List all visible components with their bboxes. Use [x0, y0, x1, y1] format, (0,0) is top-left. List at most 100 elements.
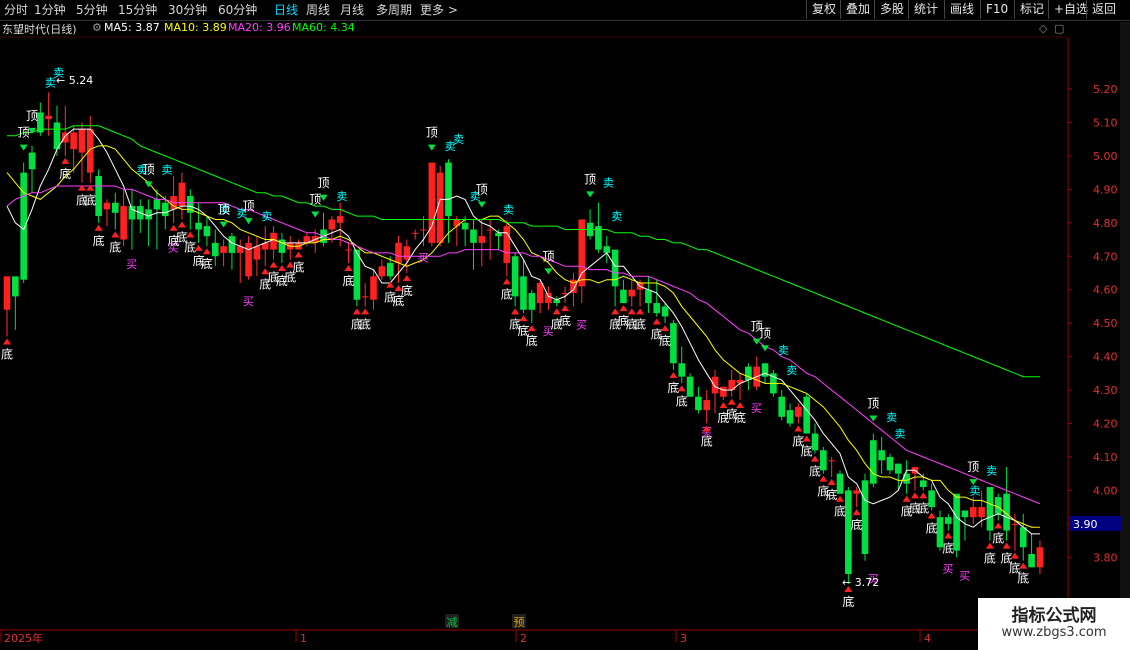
x-tick-label: 3: [680, 632, 687, 645]
candle-body: [395, 242, 402, 263]
candle-body: [378, 266, 386, 277]
stock-name-label: 东望时代(日线): [2, 23, 77, 36]
overlay-button[interactable]: 叠加: [840, 0, 875, 19]
expand-icon[interactable]: ▢: [1054, 22, 1064, 35]
tab-1min[interactable]: 1分钟: [34, 1, 66, 18]
signal-bottom: 底: [676, 393, 688, 408]
candle-body: [645, 289, 652, 304]
signal-bottom: 底: [359, 316, 371, 331]
restore-rights-button[interactable]: 复权: [806, 0, 841, 19]
candle-body: [853, 490, 860, 494]
candle-body: [445, 162, 452, 217]
tab-60min[interactable]: 60分钟: [218, 1, 257, 18]
back-button[interactable]: 返回: [1086, 0, 1121, 19]
settings-icon[interactable]: ⚙: [92, 21, 102, 34]
candle-body: [944, 517, 952, 524]
multi-stock-button[interactable]: 多股: [874, 0, 909, 19]
y-tick-label: 5.20: [1093, 83, 1118, 96]
candle-body: [553, 299, 561, 304]
kline-chart[interactable]: 5.20 5.10 5.00 4.90 4.80 4.70 4.60 4.50 4.40 4.30…: [0, 0, 1130, 650]
tab-5min[interactable]: 5分钟: [76, 1, 108, 18]
period-toolbar: 分时 1分钟 5分钟 15分钟 30分钟 60分钟 日线 周线 月线 多周期 更…: [0, 0, 1130, 21]
tab-30min[interactable]: 30分钟: [168, 1, 207, 18]
signal-sell: 卖: [886, 411, 897, 424]
candle-body: [120, 206, 127, 240]
candle-body: [520, 276, 527, 310]
signal-top: 顶: [318, 176, 330, 190]
candle-body: [503, 226, 511, 263]
candle-body: [895, 463, 902, 474]
signal-bottom: 底: [84, 193, 96, 208]
tab-weekly[interactable]: 周线: [306, 1, 330, 18]
y-tick-label: 4.20: [1093, 418, 1118, 431]
candle-body: [611, 249, 619, 287]
candle-body: [428, 162, 436, 243]
current-price-label: 3.90: [1073, 518, 1098, 531]
f10-button[interactable]: F10: [980, 0, 1013, 19]
side-panel-strip: [1120, 22, 1130, 630]
candle-body: [836, 473, 844, 494]
diamond-icon[interactable]: ◇: [1039, 22, 1047, 35]
draw-line-button[interactable]: 画线: [944, 0, 979, 19]
x-tick-label: 1: [300, 632, 307, 645]
statistics-button[interactable]: 统计: [908, 0, 943, 19]
watermark-url: www.zbgs3.com: [1001, 625, 1107, 640]
y-tick-label: 4.50: [1093, 317, 1118, 330]
candle-body: [403, 246, 411, 260]
candle-body: [661, 306, 669, 317]
candle-body: [453, 219, 461, 227]
signal-bottom: 底: [109, 239, 121, 254]
candle-body: [153, 199, 161, 210]
chart-background: [0, 20, 1130, 650]
signal-bottom: 底: [526, 333, 538, 348]
tab-multi-period[interactable]: 多周期: [376, 1, 412, 18]
signal-bottom: 底: [59, 166, 71, 181]
signal-top: 顶: [26, 109, 38, 123]
signal-sell: 卖: [786, 364, 797, 377]
y-tick-label: 4.60: [1093, 284, 1118, 297]
bottom-marker-label: 减: [447, 616, 458, 629]
x-tick-label: 4: [924, 632, 931, 645]
signal-bottom: 底: [93, 233, 105, 248]
candle-body: [795, 406, 802, 417]
signal-bottom: 底: [634, 316, 646, 331]
signal-top: 顶: [218, 203, 230, 217]
watermark: 指标公式网 www.zbgs3.com: [978, 598, 1130, 650]
signal-buy: 买: [576, 318, 587, 331]
tab-15min[interactable]: 15分钟: [118, 1, 157, 18]
candle-body: [420, 229, 427, 231]
tab-monthly[interactable]: 月线: [340, 1, 364, 18]
tab-fenshi[interactable]: 分时: [4, 1, 28, 18]
signal-top: 顶: [309, 192, 321, 206]
candle-body: [228, 236, 236, 253]
signal-bottom: 底: [401, 283, 413, 298]
watermark-title: 指标公式网: [1011, 606, 1097, 626]
candle-body: [111, 202, 119, 213]
signal-bottom: 底: [701, 434, 713, 449]
signal-bottom: 底: [343, 273, 355, 288]
signal-sell: 卖: [969, 484, 980, 497]
candle-body: [786, 410, 794, 424]
signal-bottom: 底: [201, 256, 213, 271]
candle-body: [20, 172, 27, 280]
signal-top: 顶: [426, 126, 438, 140]
signal-top: 顶: [542, 249, 554, 263]
signal-bottom: 底: [501, 286, 513, 301]
signal-bottom: 底: [984, 551, 996, 566]
signal-top: 顶: [867, 397, 879, 411]
candle-body: [211, 242, 219, 257]
tab-more[interactable]: 更多 >: [420, 1, 458, 18]
y-tick-label: 4.10: [1093, 451, 1118, 464]
candle-body: [978, 507, 985, 518]
signal-buy: 买: [942, 563, 953, 576]
candle-body: [845, 490, 852, 575]
candle-body: [161, 202, 169, 217]
tab-daily[interactable]: 日线: [274, 1, 298, 18]
candle-body: [528, 293, 536, 310]
candle-body: [203, 226, 211, 237]
signal-bottom: 底: [734, 410, 746, 425]
bookmark-button[interactable]: 标记: [1014, 0, 1049, 19]
candle-body: [386, 262, 394, 277]
candle-body: [145, 209, 152, 220]
bottom-marker-label: 预: [514, 616, 525, 629]
